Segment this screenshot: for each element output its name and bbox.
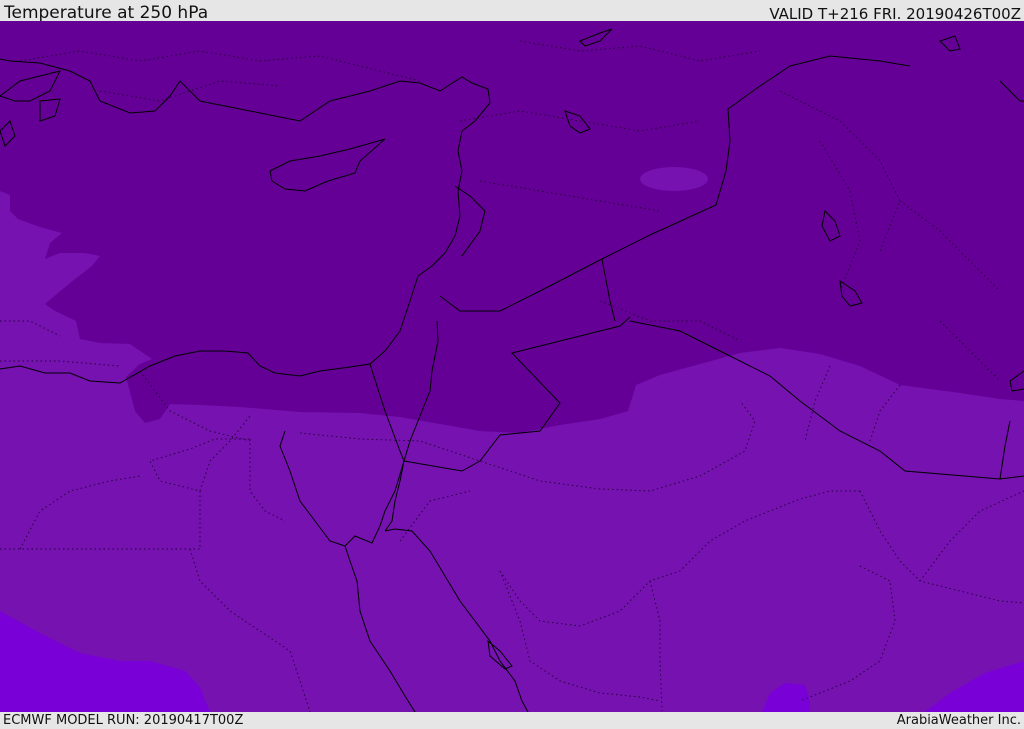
- map-title: Temperature at 250 hPa: [4, 3, 209, 23]
- footer-bar: ECMWF MODEL RUN: 20190417T00Z ArabiaWeat…: [0, 712, 1024, 729]
- credit-label: ArabiaWeather Inc.: [896, 713, 1021, 728]
- header-bar: Temperature at 250 hPa VALID T+216 FRI. …: [0, 0, 1024, 23]
- weather-map[interactable]: [0, 21, 1024, 712]
- model-run-label: ECMWF MODEL RUN: 20190417T00Z: [3, 713, 244, 728]
- temperature-map-svg: [0, 21, 1024, 712]
- mid-temperature-patch-syria: [640, 167, 708, 191]
